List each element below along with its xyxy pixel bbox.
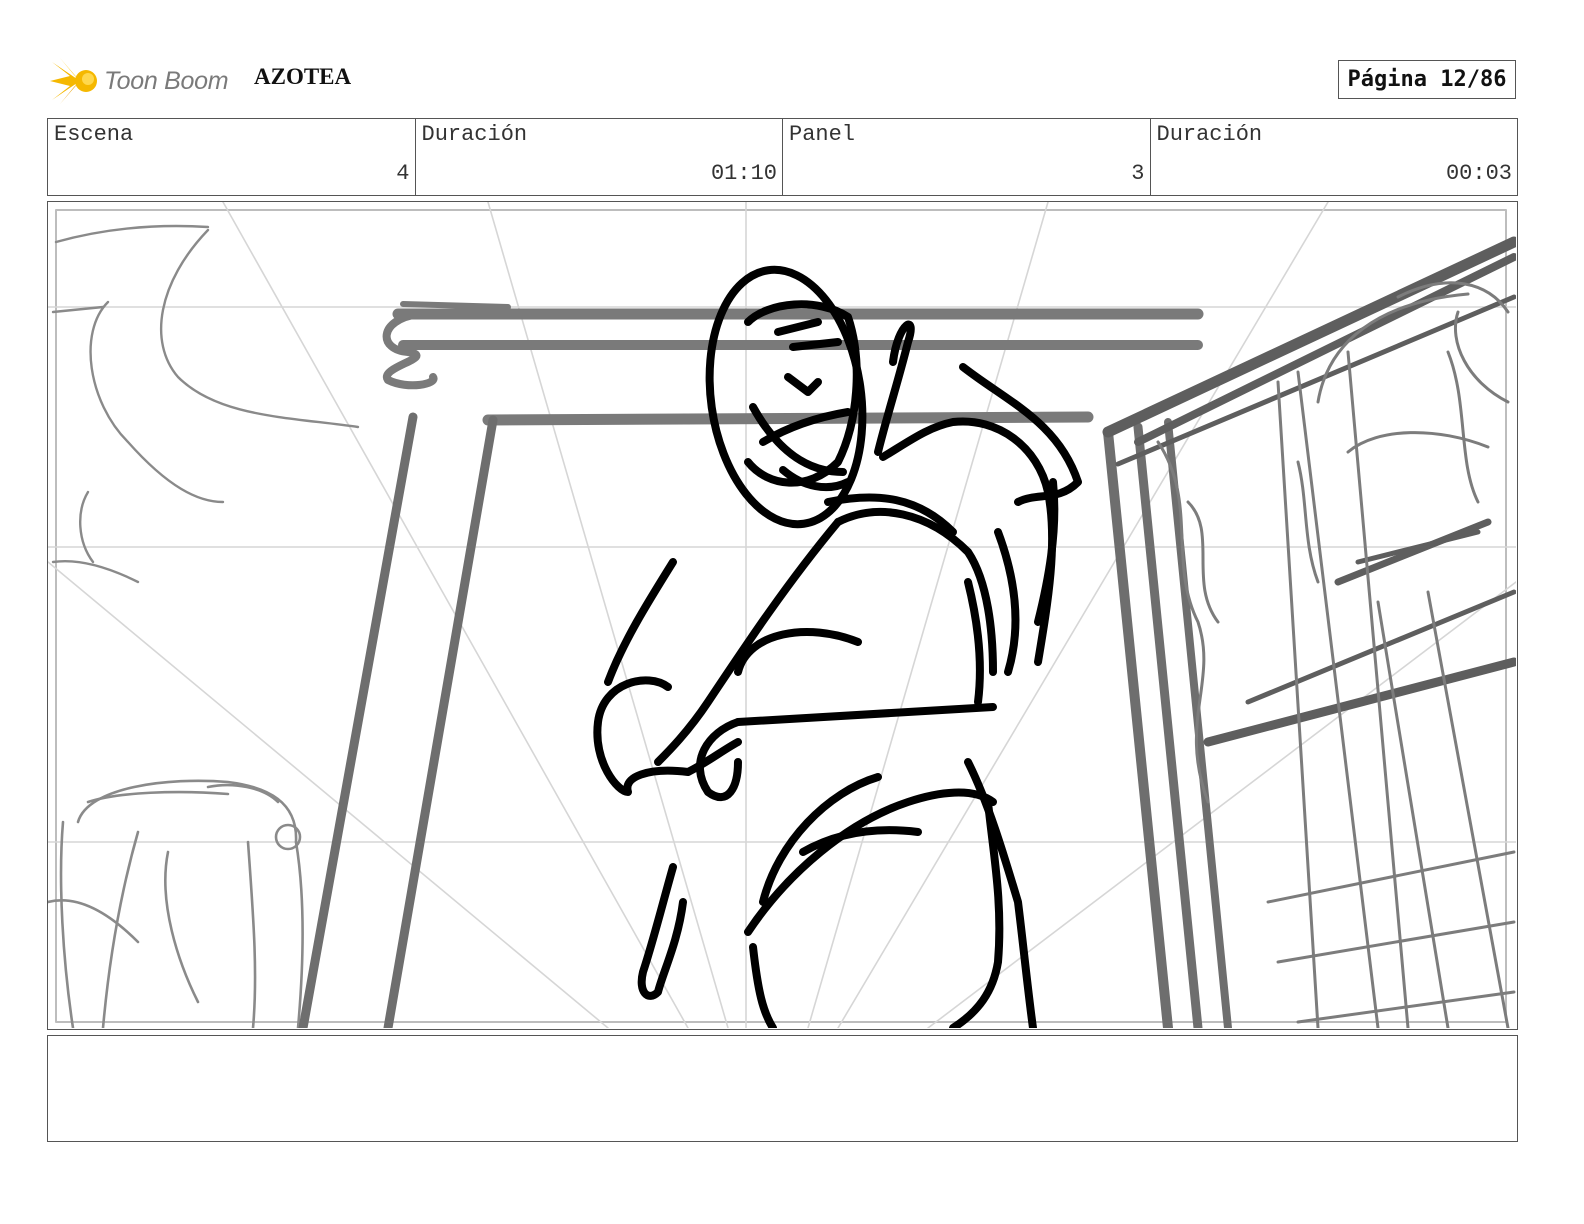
page-indicator: Página 12/86 (1338, 60, 1516, 99)
scene-label: Escena (54, 122, 134, 147)
storyboard-sketch (48, 202, 1516, 1028)
toon-boom-star-icon (50, 58, 97, 104)
panel-label: Panel (789, 122, 856, 147)
toon-boom-logo: Toon Boom (50, 56, 229, 106)
scene-duration-cell: Duración 01:10 (416, 119, 783, 195)
project-title: AZOTEA (254, 64, 352, 89)
scene-cell: Escena 4 (48, 119, 416, 195)
page-label: Página 12/86 (1347, 67, 1507, 92)
panel-value: 3 (1131, 161, 1145, 186)
panel-duration-label: Duración (1156, 122, 1263, 147)
scene-duration-value: 01:10 (710, 161, 777, 186)
panel-duration-cell: Duración 00:03 (1151, 119, 1518, 195)
scene-value: 4 (396, 161, 410, 186)
storyboard-panel (47, 201, 1518, 1030)
panel-info-row: Escena 4 Duración 01:10 Panel 3 Duración… (47, 118, 1518, 196)
scene-duration-label: Duración (421, 122, 528, 147)
logo-text: Toon Boom (104, 66, 229, 95)
panel-duration-value: 00:03 (1445, 161, 1512, 186)
panel-notes (47, 1035, 1518, 1142)
panel-cell: Panel 3 (783, 119, 1151, 195)
